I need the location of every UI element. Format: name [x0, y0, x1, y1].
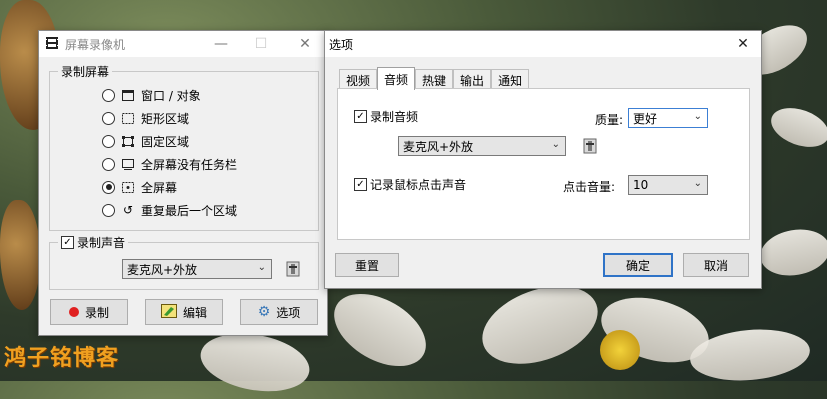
- gear-icon: ⚙: [257, 304, 271, 320]
- tab-hotkeys[interactable]: 热键: [415, 69, 454, 90]
- volume-slider-icon[interactable]: [582, 138, 598, 154]
- record-click-option[interactable]: ✓ 记录鼠标点击声音: [354, 176, 466, 193]
- fullscreen-icon: [121, 181, 135, 193]
- audio-source-select[interactable]: 麦克风+外放 ⌄: [398, 136, 566, 156]
- options-button-label: 选项: [276, 305, 301, 320]
- audio-tab-panel: ✓ 录制音频 质量: 更好 ⌄ 麦克风+外放 ⌄ ✓ 记录鼠标点击声音 点击音量…: [337, 88, 750, 240]
- option-label: 窗口 / 对象: [141, 88, 201, 103]
- edit-icon: [160, 303, 177, 321]
- record-dot-icon: [68, 307, 79, 317]
- chevron-down-icon: ⌄: [693, 111, 702, 122]
- chevron-down-icon: ⌄: [551, 139, 560, 150]
- rectangle-select-icon: [121, 112, 135, 124]
- record-screen-group: 录制屏幕 窗口 / 对象 矩形区域 固定区域 全屏幕没有任务栏 全屏幕 ↺ 重复…: [49, 63, 319, 231]
- options-title: 选项: [329, 37, 354, 52]
- options-button[interactable]: ⚙ 选项: [240, 299, 318, 325]
- radio-fullscreen-no-taskbar[interactable]: [102, 157, 115, 171]
- option-fullscreen-no-taskbar[interactable]: 全屏幕没有任务栏: [102, 155, 237, 173]
- option-label: 全屏幕: [141, 180, 178, 195]
- record-button[interactable]: 录制: [50, 299, 128, 325]
- quality-select[interactable]: 更好 ⌄: [628, 108, 708, 128]
- minimize-icon[interactable]: —: [203, 31, 239, 57]
- recorder-title: 屏幕录像机: [65, 37, 126, 52]
- option-label: 重复最后一个区域: [141, 203, 238, 218]
- record-button-label: 录制: [84, 305, 109, 320]
- chevron-down-icon: ⌄: [257, 262, 266, 273]
- record-audio-option[interactable]: ✓ 录制音频: [354, 108, 418, 125]
- window-icon: [121, 89, 135, 101]
- volume-slider-icon[interactable]: [285, 261, 301, 277]
- audio-source-value: 麦克风+外放: [403, 139, 474, 154]
- option-label: 全屏幕没有任务栏: [141, 157, 238, 172]
- tab-output[interactable]: 输出: [453, 69, 492, 90]
- quality-label: 质量:: [595, 113, 624, 127]
- click-volume-value: 10: [633, 178, 649, 192]
- record-audio-checkbox[interactable]: ✓: [354, 110, 367, 123]
- record-audio-checkbox[interactable]: ✓: [61, 236, 74, 249]
- screen-no-taskbar-icon: [121, 158, 135, 170]
- click-volume-label: 点击音量:: [563, 180, 616, 194]
- radio-repeat-last[interactable]: [102, 203, 115, 217]
- record-screen-group-label: 录制屏幕: [58, 63, 113, 80]
- wallpaper-creature-lower: [0, 200, 40, 310]
- wallpaper-petal: [765, 100, 827, 155]
- cancel-button[interactable]: 取消: [683, 253, 749, 277]
- edit-button-label: 编辑: [182, 305, 207, 320]
- record-audio-group-label[interactable]: ✓ 录制声音: [58, 234, 129, 251]
- close-icon[interactable]: ✕: [287, 31, 323, 57]
- record-audio-label: 录制音频: [370, 110, 419, 124]
- repeat-region-icon: ↺: [122, 203, 134, 217]
- options-titlebar[interactable]: 选项 ✕: [325, 31, 761, 57]
- options-tabs: 视频 音频 热键 输出 通知: [339, 67, 530, 90]
- wallpaper-petal: [196, 325, 314, 399]
- audio-source-select[interactable]: 麦克风+外放 ⌄: [122, 259, 272, 279]
- option-rectangle[interactable]: 矩形区域: [102, 109, 189, 127]
- reset-button[interactable]: 重置: [335, 253, 399, 277]
- wallpaper-petal: [756, 224, 827, 281]
- fixed-region-icon: [121, 135, 135, 147]
- radio-fullscreen[interactable]: [102, 180, 115, 194]
- chevron-down-icon: ⌄: [693, 178, 702, 189]
- option-label: 矩形区域: [141, 111, 190, 126]
- recorder-window: 屏幕录像机 — ☐ ✕ 录制屏幕 窗口 / 对象 矩形区域 固定区域 全屏幕没有…: [38, 30, 328, 336]
- maximize-icon[interactable]: ☐: [243, 31, 279, 57]
- tab-audio[interactable]: 音频: [377, 67, 416, 90]
- record-click-checkbox[interactable]: ✓: [354, 178, 367, 191]
- recorder-titlebar[interactable]: 屏幕录像机 — ☐ ✕: [39, 31, 327, 57]
- watermark-text: 鸿子铭博客: [4, 346, 120, 371]
- tab-notifications[interactable]: 通知: [491, 69, 530, 90]
- tab-video[interactable]: 视频: [339, 69, 378, 90]
- record-click-label: 记录鼠标点击声音: [370, 178, 467, 192]
- radio-fixed-region[interactable]: [102, 134, 115, 148]
- options-dialog: 选项 ✕ 视频 音频 热键 输出 通知 ✓ 录制音频 质量: 更好 ⌄ 麦克风+…: [324, 30, 762, 289]
- radio-window-object[interactable]: [102, 88, 115, 102]
- option-fixed-region[interactable]: 固定区域: [102, 132, 189, 150]
- radio-rectangle[interactable]: [102, 111, 115, 125]
- record-audio-label: 录制声音: [77, 236, 126, 250]
- audio-source-value: 麦克风+外放: [127, 262, 198, 277]
- wallpaper-petal: [321, 279, 439, 381]
- record-audio-group: ✓ 录制声音 麦克风+外放 ⌄: [49, 234, 319, 290]
- film-icon: [45, 36, 59, 53]
- quality-value: 更好: [633, 111, 658, 126]
- option-fullscreen[interactable]: 全屏幕: [102, 178, 177, 196]
- option-repeat-last[interactable]: ↺ 重复最后一个区域: [102, 201, 237, 219]
- option-label: 固定区域: [141, 134, 190, 149]
- wallpaper-flower-center: [600, 330, 640, 370]
- option-window-object[interactable]: 窗口 / 对象: [102, 86, 201, 104]
- click-volume-select[interactable]: 10 ⌄: [628, 175, 708, 195]
- ok-button[interactable]: 确定: [603, 253, 673, 277]
- edit-button[interactable]: 编辑: [145, 299, 223, 325]
- close-icon[interactable]: ✕: [725, 31, 761, 57]
